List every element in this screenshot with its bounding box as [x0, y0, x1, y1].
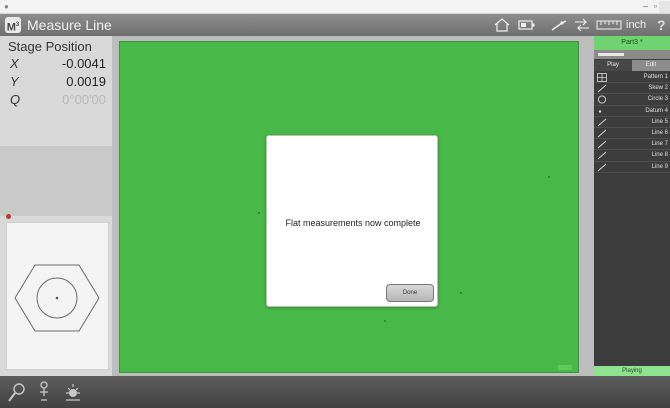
app-header: M3 Measure Line inch ? — [0, 14, 670, 36]
feature-list: Pattern 1 Skew 2 Circle 3 Datum 4 Line 5… — [594, 72, 670, 173]
feature-row-line[interactable]: Line 7 — [594, 139, 670, 151]
camera-speck — [258, 212, 260, 214]
part-name-tab[interactable]: Part3 * — [594, 36, 670, 50]
point-icon — [598, 109, 602, 113]
axis-label: X — [10, 56, 19, 71]
part-selector-handle — [598, 53, 624, 56]
minimize-icon[interactable]: – — [643, 1, 648, 12]
probe-icon[interactable] — [550, 18, 568, 32]
app-title: Measure Line — [27, 17, 112, 33]
completion-dialog: Flat measurements now complete Done — [266, 135, 438, 307]
feature-label: Datum 4 — [645, 107, 668, 114]
axis-value: 0.0019 — [66, 74, 106, 89]
feature-row-line[interactable]: Line 5 — [594, 117, 670, 128]
ruler-icon[interactable] — [596, 18, 622, 32]
tab-edit[interactable]: Edit — [632, 60, 670, 71]
arrows-icon[interactable] — [574, 18, 590, 32]
bottom-toolbar — [0, 376, 670, 408]
stage-position-panel: Stage Position X -0.0041 Y 0.0019 Q 0°00… — [0, 36, 112, 376]
axis-label: Y — [10, 74, 19, 89]
feature-label: Circle 3 — [647, 96, 668, 103]
feature-row-circle[interactable]: Circle 3 — [594, 94, 670, 106]
dialog-message: Flat measurements now complete — [285, 218, 421, 228]
circle-icon — [597, 95, 607, 104]
camera-speck — [460, 292, 462, 294]
axis-row-y: Y 0.0019 — [0, 74, 112, 92]
hexagon-part-icon — [14, 264, 100, 332]
line-icon — [597, 118, 607, 127]
camera-view[interactable]: Flat measurements now complete Done — [119, 41, 579, 373]
close-icon[interactable] — [659, 1, 670, 13]
probe-tool-icon[interactable] — [6, 380, 28, 404]
camera-corner-marker — [558, 365, 572, 370]
indicator-dot — [6, 214, 11, 219]
home-icon[interactable] — [494, 18, 510, 32]
battery-icon — [518, 20, 535, 30]
feature-row-line[interactable]: Line 8 — [594, 150, 670, 162]
line-icon — [597, 129, 607, 138]
line-icon — [597, 84, 607, 93]
program-panel: Part3 * Play Edit Pattern 1 Skew 2 Circl… — [594, 36, 670, 376]
axis-row-q: Q 0°00'00 — [0, 92, 112, 110]
pattern-icon — [597, 73, 607, 82]
feature-row-line[interactable]: Line 9 — [594, 162, 670, 173]
done-button[interactable]: Done — [386, 284, 434, 302]
feature-label: Line 5 — [651, 118, 668, 125]
line-icon — [597, 163, 607, 171]
playback-status: Playing — [594, 366, 670, 376]
stylus-tool-icon[interactable] — [33, 380, 55, 404]
panel-spacer — [0, 146, 112, 216]
feature-row-pattern[interactable]: Pattern 1 — [594, 72, 670, 84]
feature-label: Line 6 — [651, 129, 668, 136]
stage-position-title: Stage Position — [8, 39, 92, 54]
feature-row-datum[interactable]: Datum 4 — [594, 106, 670, 117]
camera-view-frame: Flat measurements now complete Done — [112, 36, 594, 376]
axis-label: Q — [10, 92, 21, 107]
axis-row-x: X -0.0041 — [0, 56, 112, 74]
feature-label: Pattern 1 — [643, 74, 668, 80]
help-icon[interactable]: ? — [657, 17, 666, 33]
part-selector-bar[interactable] — [594, 50, 670, 59]
camera-speck — [548, 176, 550, 178]
line-icon — [597, 140, 607, 149]
app-glyph-icon: ● — [4, 2, 9, 11]
feature-label: Skew 2 — [648, 85, 668, 92]
camera-speck — [384, 320, 386, 322]
feature-row-skew[interactable]: Skew 2 — [594, 83, 670, 95]
maximize-icon[interactable]: ▫ — [654, 1, 657, 12]
unit-label[interactable]: inch — [626, 19, 646, 31]
logo-letter: M — [6, 21, 16, 34]
logo-superscript: 3 — [15, 22, 20, 28]
tab-play[interactable]: Play — [594, 60, 632, 71]
axis-value: 0°00'00 — [62, 92, 106, 107]
app-logo: M3 — [5, 17, 21, 34]
light-tool-icon[interactable] — [62, 380, 84, 404]
feature-label: Line 9 — [651, 163, 668, 170]
part-minimap[interactable] — [6, 222, 109, 370]
feature-label: Line 8 — [651, 152, 668, 159]
os-title-bar: ● – ▫ — [0, 0, 670, 14]
axis-value: -0.0041 — [61, 56, 106, 71]
feature-label: Line 7 — [651, 141, 668, 148]
feature-row-line[interactable]: Line 6 — [594, 128, 670, 140]
line-icon — [597, 151, 607, 160]
